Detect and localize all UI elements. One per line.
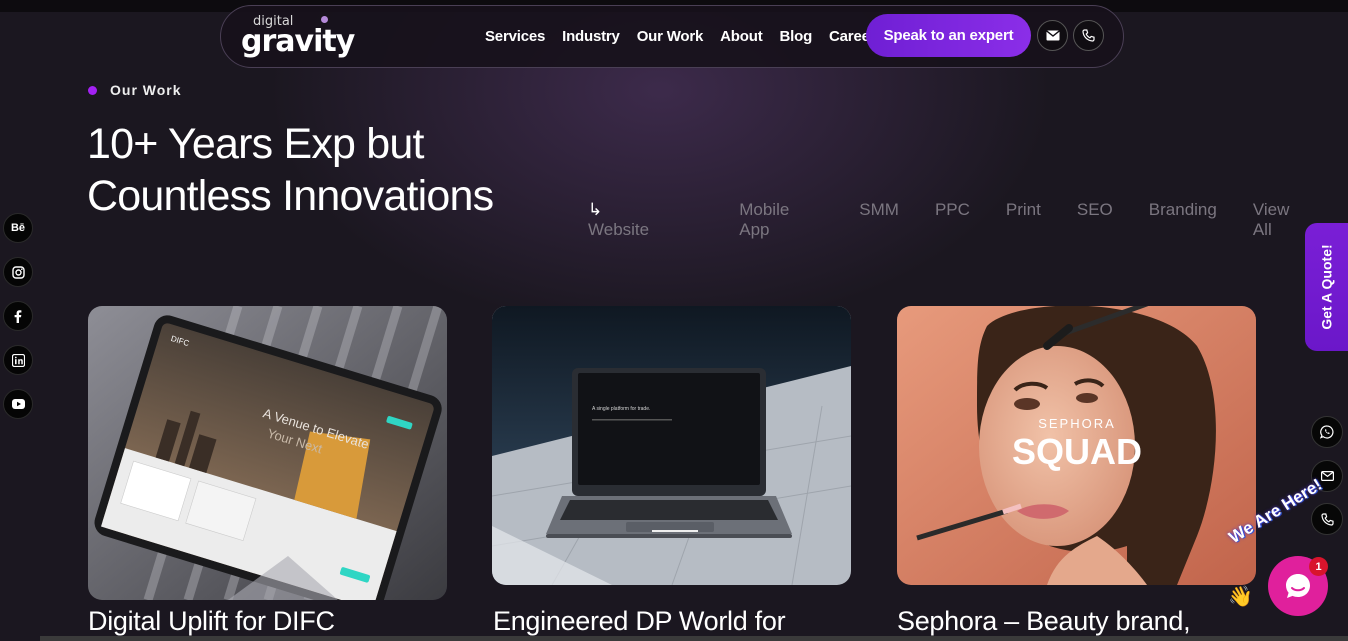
arrow-return-icon: ↳ <box>588 200 603 219</box>
speak-to-expert-button[interactable]: Speak to an expert <box>866 14 1031 57</box>
project-card-sephora[interactable]: SEPHORA SQUAD <box>897 306 1256 585</box>
card-title-sephora[interactable]: Sephora – Beauty brand, <box>897 606 1191 637</box>
tab-seo[interactable]: SEO <box>1077 200 1113 240</box>
facebook-icon[interactable] <box>3 301 33 331</box>
mail-button[interactable] <box>1037 20 1068 51</box>
instagram-glyph <box>11 265 25 279</box>
phone-icon <box>1320 512 1334 526</box>
eyebrow-label: Our Work <box>110 82 182 98</box>
phone-button[interactable] <box>1073 20 1104 51</box>
work-filter-tabs: ↳Website Mobile App SMM PPC Print SEO Br… <box>588 200 1348 240</box>
mail-icon <box>1045 30 1060 41</box>
nav-item-about[interactable]: About <box>720 28 763 45</box>
nav-item-our-work[interactable]: Our Work <box>637 28 704 45</box>
instagram-icon[interactable] <box>3 257 33 287</box>
nav-menu: Services Industry Our Work About Blog Ca… <box>485 28 892 45</box>
linkedin-icon[interactable] <box>3 345 33 375</box>
difc-project-image: A Venue to Elevate Your Next DIFC <box>88 306 447 600</box>
linkedin-glyph <box>11 353 25 367</box>
phone-icon <box>1082 29 1095 42</box>
whatsapp-button[interactable] <box>1311 416 1343 448</box>
youtube-glyph <box>11 399 25 409</box>
project-card-dp-world[interactable]: A single platform for trade. <box>492 306 851 585</box>
tab-view-all[interactable]: View All <box>1253 200 1312 240</box>
sephora-squad-text: SQUAD <box>1012 431 1142 472</box>
chat-notification-badge: 1 <box>1309 557 1328 576</box>
project-card-difc[interactable]: A Venue to Elevate Your Next DIFC <box>88 306 447 600</box>
tab-smm[interactable]: SMM <box>859 200 899 240</box>
card-title-dp-world[interactable]: Engineered DP World for <box>493 606 786 637</box>
behance-icon[interactable]: Bē <box>3 213 33 243</box>
bottom-bar <box>40 636 1348 641</box>
tab-branding[interactable]: Branding <box>1149 200 1217 240</box>
section-headline: 10+ Years Exp but Countless Innovations <box>87 118 567 222</box>
call-button[interactable] <box>1311 503 1343 535</box>
logo-dot <box>321 16 328 23</box>
nav-item-blog[interactable]: Blog <box>780 28 813 45</box>
youtube-icon[interactable] <box>3 389 33 419</box>
tab-website-label: Website <box>588 220 650 239</box>
main-navbar: digital gravity Services Industry Our Wo… <box>220 5 1124 68</box>
tab-website[interactable]: ↳Website <box>588 200 703 240</box>
get-quote-tab[interactable]: Get A Quote! <box>1305 223 1348 351</box>
dp-world-screen-text: A single platform for trade. <box>592 406 650 412</box>
whatsapp-icon <box>1320 425 1334 439</box>
tab-mobile-app[interactable]: Mobile App <box>739 200 823 240</box>
card-title-difc[interactable]: Digital Uplift for DIFC <box>88 606 335 637</box>
section-eyebrow: Our Work <box>88 82 182 98</box>
sephora-brand-text: SEPHORA <box>1038 416 1116 431</box>
logo[interactable]: digital gravity <box>241 12 355 62</box>
headline-line-1: 10+ Years Exp but <box>87 120 424 168</box>
sephora-project-image: SEPHORA SQUAD <box>897 306 1256 585</box>
get-quote-label: Get A Quote! <box>1318 244 1335 330</box>
behance-label: Bē <box>10 222 26 234</box>
mail-icon <box>1320 471 1334 481</box>
dp-world-project-image: A single platform for trade. <box>492 306 851 585</box>
social-links: Bē <box>3 213 33 433</box>
facebook-glyph <box>14 309 22 323</box>
logo-main-text: gravity <box>241 24 355 59</box>
waving-hand-icon: 👋 <box>1228 584 1253 608</box>
chat-bubble-icon <box>1286 574 1310 598</box>
nav-item-industry[interactable]: Industry <box>562 28 620 45</box>
tab-print[interactable]: Print <box>1006 200 1041 240</box>
tab-ppc[interactable]: PPC <box>935 200 970 240</box>
headline-line-2: Countless Innovations <box>87 172 494 220</box>
eyebrow-dot <box>88 85 97 95</box>
nav-item-services[interactable]: Services <box>485 28 545 45</box>
